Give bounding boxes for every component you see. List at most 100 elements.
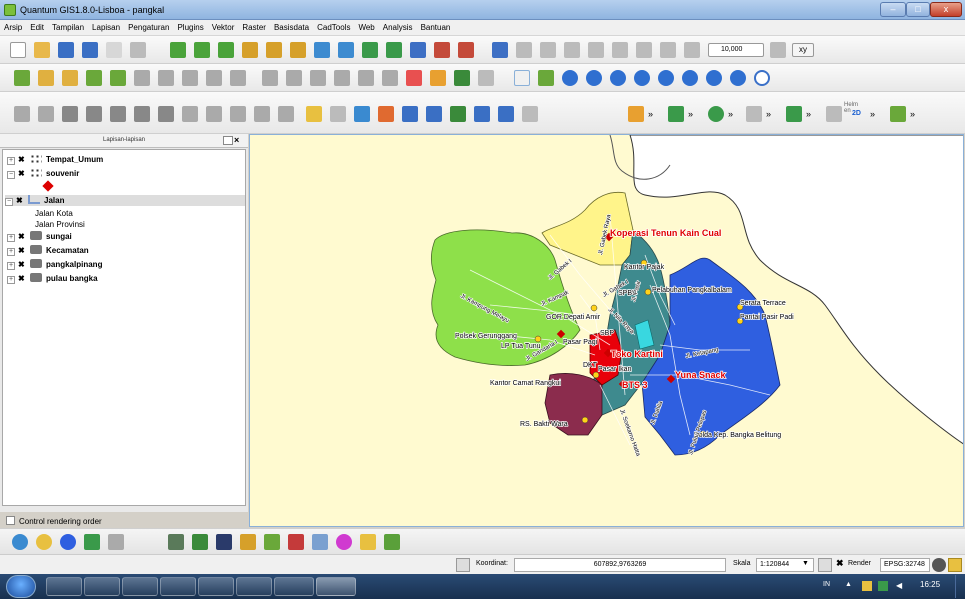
- maximize-button[interactable]: □: [906, 2, 930, 17]
- taskbar-word-icon[interactable]: [198, 577, 234, 596]
- road-graph-icon[interactable]: [336, 534, 352, 550]
- visibility-checkbox[interactable]: ✖: [16, 195, 25, 206]
- heatmap-icon[interactable]: [264, 534, 280, 550]
- float-panel-icon[interactable]: [223, 136, 233, 145]
- more-chevron[interactable]: »: [688, 109, 693, 119]
- add-wfs-icon[interactable]: [290, 42, 306, 58]
- poi-circle[interactable]: [590, 304, 598, 312]
- menu-analysis[interactable]: Analysis: [379, 20, 417, 32]
- composer-manager-icon[interactable]: [130, 42, 146, 58]
- pan-map-icon[interactable]: [538, 70, 554, 86]
- zoom-in-icon[interactable]: [562, 70, 578, 86]
- poi-circle[interactable]: [644, 288, 652, 296]
- text-annotation-icon[interactable]: [522, 106, 538, 122]
- vector-grid-icon[interactable]: [216, 534, 232, 550]
- warning-icon[interactable]: [948, 558, 962, 572]
- menu-arsip[interactable]: Arsip: [0, 20, 26, 32]
- layer-item[interactable]: + ✖ pangkalpinang: [7, 259, 102, 270]
- control-rendering-order[interactable]: Control rendering order: [6, 516, 102, 528]
- menu-bantuan[interactable]: Bantuan: [417, 20, 455, 32]
- map-tips-icon[interactable]: [450, 106, 466, 122]
- annotation-icon[interactable]: [430, 70, 446, 86]
- show-bookmarks-icon[interactable]: [498, 106, 514, 122]
- more-chevron[interactable]: »: [766, 109, 771, 119]
- more-chevron[interactable]: »: [870, 109, 875, 119]
- close-panel-icon[interactable]: ×: [234, 135, 239, 145]
- expand-icon[interactable]: +: [7, 262, 15, 270]
- processing-icon[interactable]: [168, 534, 184, 550]
- taskbar-chrome-icon[interactable]: [160, 577, 196, 596]
- more-chevron[interactable]: »: [728, 109, 733, 119]
- menu-lapisan[interactable]: Lapisan: [88, 20, 124, 32]
- snapping-icon[interactable]: [770, 42, 786, 58]
- raster-merge-icon[interactable]: [192, 534, 208, 550]
- add-vector-icon[interactable]: [170, 42, 186, 58]
- simplify-icon[interactable]: [62, 106, 78, 122]
- raster-tool-icon[interactable]: [86, 70, 102, 86]
- visibility-checkbox[interactable]: ✖: [18, 168, 27, 179]
- undo-icon[interactable]: [14, 106, 30, 122]
- bookmark-icon[interactable]: [474, 106, 490, 122]
- layer-item[interactable]: + ✖ pulau bangka: [7, 273, 98, 284]
- grass-icon[interactable]: [668, 106, 684, 122]
- clock-time[interactable]: 16:25: [920, 580, 940, 589]
- open-table-icon[interactable]: [378, 106, 394, 122]
- add-raster-icon[interactable]: [194, 42, 210, 58]
- add-postgis-icon[interactable]: [218, 42, 234, 58]
- layer-item[interactable]: + ✖ Kecamatan: [7, 245, 89, 256]
- add-gpx-icon[interactable]: [410, 42, 426, 58]
- select-tool-icon[interactable]: [330, 106, 346, 122]
- save-edits-icon[interactable]: [516, 42, 532, 58]
- xy-tool-button[interactable]: xy: [792, 43, 814, 57]
- visibility-checkbox[interactable]: ✖: [18, 273, 27, 284]
- add-wkt-icon[interactable]: [458, 42, 474, 58]
- north-arrow-icon[interactable]: [826, 106, 842, 122]
- rotate-symbols-icon[interactable]: [278, 106, 294, 122]
- open-project-icon[interactable]: [34, 42, 50, 58]
- spatial-query-icon[interactable]: [288, 534, 304, 550]
- print-composer-icon[interactable]: [106, 42, 122, 58]
- tray-network-icon[interactable]: [878, 581, 888, 591]
- edit-pencil-icon[interactable]: [492, 42, 508, 58]
- delete-selected-icon[interactable]: [612, 42, 628, 58]
- expand-icon[interactable]: +: [7, 276, 15, 284]
- add-wcs-icon[interactable]: [314, 42, 330, 58]
- coordinate-capture-icon[interactable]: [786, 106, 802, 122]
- render-checkbox[interactable]: ✖: [836, 558, 844, 569]
- pan-icon[interactable]: [14, 70, 30, 86]
- add-wms-icon[interactable]: [266, 42, 282, 58]
- collapse-icon[interactable]: −: [7, 171, 15, 179]
- attribute-table-icon[interactable]: [402, 106, 418, 122]
- plugin-extra-icon[interactable]: [890, 106, 906, 122]
- taskbar-qgis-icon[interactable]: [316, 577, 356, 596]
- move-feature-icon[interactable]: [564, 42, 580, 58]
- menu-basisdata[interactable]: Basisdata: [270, 20, 313, 32]
- field-calc-icon[interactable]: [426, 106, 442, 122]
- menu-edit[interactable]: Edit: [26, 20, 48, 32]
- node-tool-icon[interactable]: [588, 42, 604, 58]
- taskbar-ie-icon[interactable]: [84, 577, 120, 596]
- coordinate-toggle-icon[interactable]: [456, 558, 470, 572]
- helm-2d-label[interactable]: 2D: [852, 110, 861, 117]
- menu-vektor[interactable]: Vektor: [208, 20, 239, 32]
- menu-raster[interactable]: Raster: [238, 20, 270, 32]
- delete-ring-icon[interactable]: [134, 106, 150, 122]
- more-chevron[interactable]: »: [648, 109, 653, 119]
- visibility-checkbox[interactable]: ✖: [18, 259, 27, 270]
- map-svg[interactable]: Koperasi Tenun Kain Cual Toko Kartini Yu…: [250, 135, 964, 527]
- offset-curve-icon[interactable]: [206, 106, 222, 122]
- label-tool-icon[interactable]: [262, 70, 278, 86]
- new-shapefile-icon[interactable]: [338, 42, 354, 58]
- menu-web[interactable]: Web: [354, 20, 378, 32]
- taskbar-explorer-icon[interactable]: [46, 577, 82, 596]
- map-canvas[interactable]: Koperasi Tenun Kain Cual Toko Kartini Yu…: [249, 134, 964, 527]
- menu-tampilan[interactable]: Tampilan: [48, 20, 88, 32]
- stop-render-icon[interactable]: [818, 558, 832, 572]
- poi-circle[interactable]: [581, 416, 589, 424]
- globe-tool-icon[interactable]: [12, 534, 28, 550]
- rotate-label-icon[interactable]: [358, 70, 374, 86]
- add-part-icon[interactable]: [110, 106, 126, 122]
- volume-icon[interactable]: ◀: [896, 581, 902, 590]
- zoom-full-icon[interactable]: [610, 70, 626, 86]
- copy-features-icon[interactable]: [660, 42, 676, 58]
